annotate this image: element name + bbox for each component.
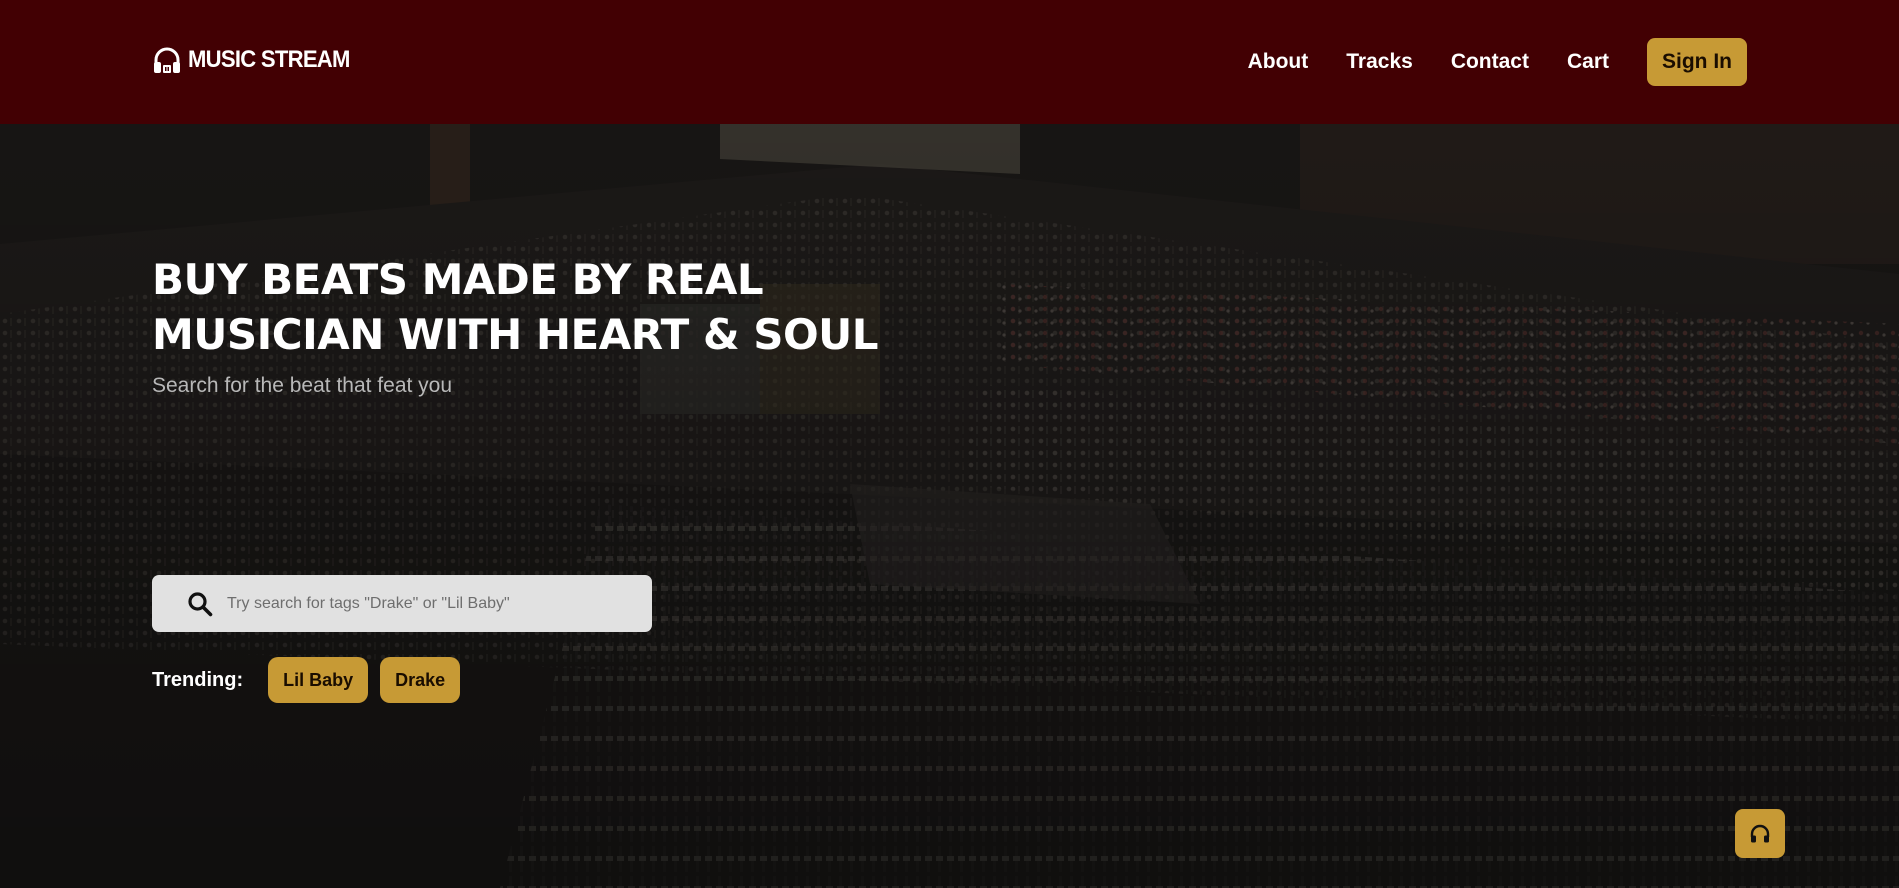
hero-subtitle: Search for the beat that feat you	[152, 374, 453, 397]
nav-link-about[interactable]: About	[1248, 50, 1309, 74]
trending-label: Trending:	[152, 668, 244, 691]
headphones-icon	[1750, 824, 1770, 842]
hero-headline-line1: BUY BEATS MADE BY REAL	[152, 255, 764, 304]
trending-tags: Trending: Lil Baby Drake	[152, 657, 472, 703]
brand-logo[interactable]: MUSIC STREAM	[152, 45, 364, 75]
tag-drake[interactable]: Drake	[380, 657, 461, 703]
search-input[interactable]	[227, 583, 627, 624]
hero-overlay	[0, 124, 1899, 888]
main-nav: About Tracks Contact Cart Sign In	[1248, 38, 1747, 86]
search-bar[interactable]	[152, 575, 652, 632]
tag-lil-baby[interactable]: Lil Baby	[268, 657, 369, 703]
brand-name: MUSIC STREAM	[188, 46, 350, 73]
sign-in-button[interactable]: Sign In	[1647, 38, 1747, 86]
nav-link-tracks[interactable]: Tracks	[1346, 50, 1413, 74]
hero-headline: BUY BEATS MADE BY REAL MUSICIAN WITH HEA…	[152, 252, 912, 362]
hero-section	[0, 124, 1899, 888]
search-icon[interactable]	[187, 591, 213, 617]
nav-link-cart[interactable]: Cart	[1567, 50, 1609, 74]
floating-player-button[interactable]	[1735, 809, 1785, 858]
headphones-icon	[154, 47, 180, 73]
nav-link-contact[interactable]: Contact	[1451, 50, 1529, 74]
navbar: MUSIC STREAM About Tracks Contact Cart S…	[0, 0, 1899, 124]
hero-content: BUY BEATS MADE BY REAL MUSICIAN WITH HEA…	[152, 252, 912, 398]
hero-headline-line2: MUSICIAN WITH HEART & SOUL	[152, 310, 879, 359]
